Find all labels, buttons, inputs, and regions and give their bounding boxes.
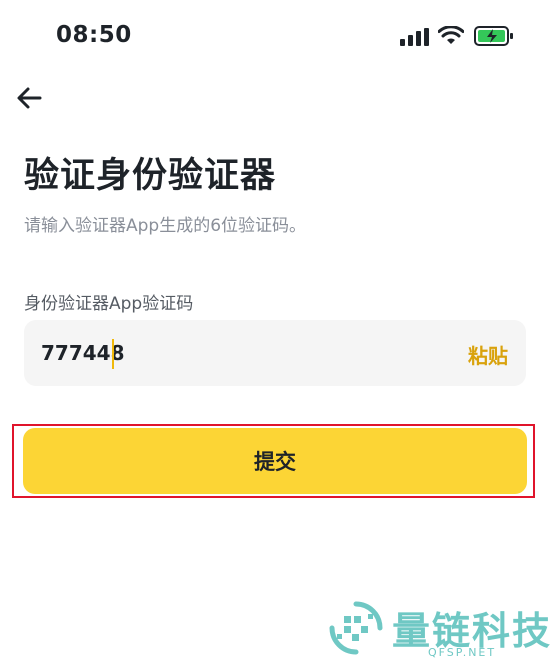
text-cursor — [112, 339, 114, 369]
status-time: 08:50 — [56, 22, 132, 48]
watermark: 量链科技 QFSP.NET — [328, 600, 550, 660]
code-input-container: 粘贴 — [24, 320, 526, 386]
wifi-icon — [438, 26, 464, 44]
battery-icon — [474, 26, 513, 46]
watermark-url: QFSP.NET — [428, 646, 497, 659]
authenticator-code-input[interactable] — [41, 330, 421, 376]
back-arrow-icon[interactable] — [14, 84, 44, 112]
submit-button[interactable]: 提交 — [23, 428, 527, 494]
page-subtitle: 请输入验证器App生成的6位验证码。 — [24, 216, 307, 236]
watermark-logo-icon — [329, 601, 383, 655]
paste-button[interactable]: 粘贴 — [468, 340, 508, 369]
code-field-label: 身份验证器App验证码 — [24, 294, 194, 314]
signal-icon — [400, 28, 429, 46]
status-bar: 08:50 — [0, 0, 550, 72]
page-title: 验证身份验证器 — [24, 156, 277, 196]
